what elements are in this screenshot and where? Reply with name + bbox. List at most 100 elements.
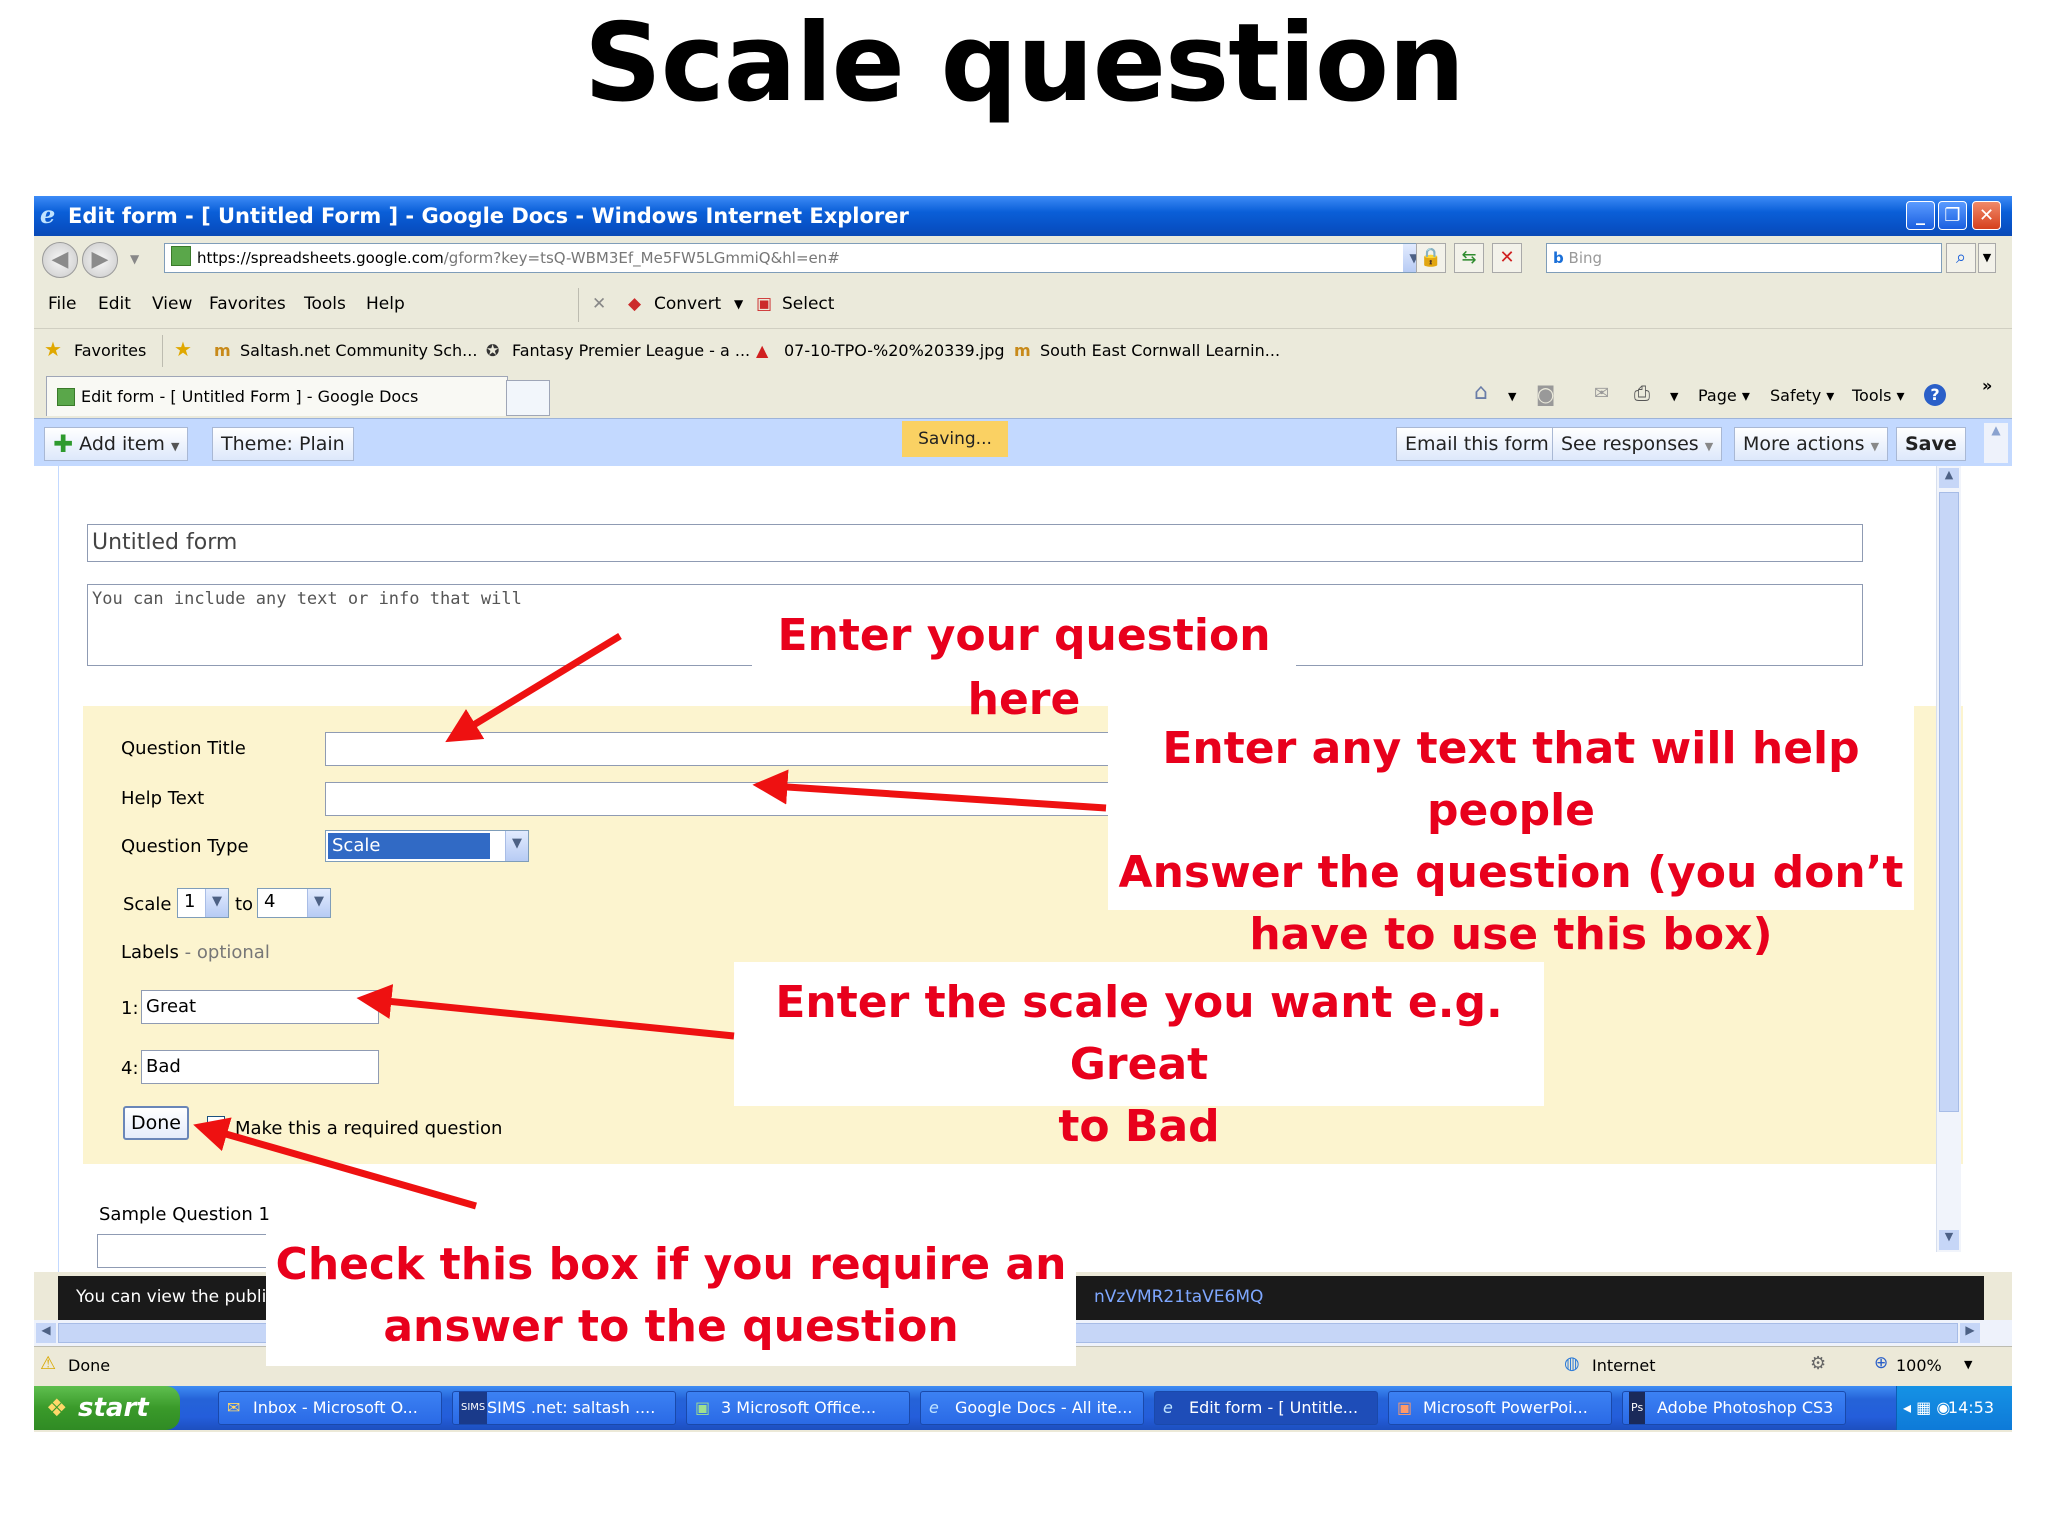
scroll-thumb[interactable] <box>1939 492 1959 1112</box>
convert-button[interactable]: Convert <box>654 294 721 314</box>
required-label: Make this a required question <box>235 1118 503 1139</box>
menu-bar: File Edit View Favorites Tools Help ✕ ◆ … <box>34 282 2012 328</box>
task-label: SIMS .net: saltash .... <box>487 1398 656 1417</box>
vertical-scrollbar[interactable]: ▲ ▼ <box>1936 466 1961 1252</box>
add-item-button[interactable]: ✚ Add item ▼ <box>44 427 189 461</box>
task-powerpoint[interactable]: ▣ Microsoft PowerPoi... <box>1388 1391 1612 1425</box>
done-button[interactable]: Done <box>123 1106 189 1140</box>
fav-link-image[interactable]: 07-10-TPO-%20%20339.jpg <box>784 341 1005 360</box>
refresh-icon[interactable]: ⇆ <box>1454 243 1484 273</box>
feeds-icon[interactable]: ◙ <box>1536 382 1555 406</box>
tab-label: Edit form - [ Untitled Form ] - Google D… <box>81 387 419 406</box>
maximize-button[interactable]: ❐ <box>1938 201 1967 230</box>
select-button[interactable]: Select <box>782 294 834 314</box>
convert-dropdown-icon[interactable]: ▼ <box>734 297 743 311</box>
favorites-button[interactable]: Favorites <box>74 341 146 360</box>
label-1-input[interactable]: Great <box>141 990 379 1024</box>
form-title-input[interactable]: Untitled form <box>87 524 1863 562</box>
required-checkbox[interactable] <box>207 1116 225 1134</box>
zoom-icon[interactable]: ⊕ <box>1874 1353 1888 1373</box>
tab-edit-form[interactable]: Edit form - [ Untitled Form ] - Google D… <box>46 376 508 416</box>
fav-divider <box>162 335 163 367</box>
question-type-select[interactable]: Scale ▼ <box>325 830 529 862</box>
back-button[interactable]: ◀ <box>42 242 78 278</box>
theme-label: Theme: <box>221 433 293 455</box>
callout-check-line2: answer to the question <box>383 1301 959 1352</box>
search-input[interactable]: b Bing <box>1546 243 1942 273</box>
scroll-up-icon[interactable]: ▲ <box>1939 468 1959 488</box>
window-titlebar: e Edit form - [ Untitled Form ] - Google… <box>34 196 2012 236</box>
ie-icon: e <box>929 1398 939 1417</box>
zoom-level[interactable]: 100% <box>1896 1356 1942 1375</box>
page-menu[interactable]: Page ▾ <box>1698 386 1750 405</box>
task-sims[interactable]: SIMS SIMS .net: saltash .... <box>452 1391 676 1425</box>
ie-icon: e <box>1163 1398 1173 1417</box>
footer-link[interactable]: nVzVMR21taVE6MQ <box>1094 1276 1263 1318</box>
search-icon[interactable]: ⌕ <box>1946 243 1976 273</box>
photoshop-icon: Ps <box>1629 1392 1646 1424</box>
forward-button[interactable]: ▶ <box>82 242 118 278</box>
home-icon[interactable]: ⌂ <box>1474 380 1488 405</box>
fav-link-fantasy[interactable]: Fantasy Premier League - a ... <box>512 341 750 360</box>
chevron-down-icon: ▼ <box>1870 440 1880 453</box>
protected-mode-icon[interactable]: ⚙ <box>1810 1353 1826 1374</box>
help-icon[interactable]: ? <box>1924 384 1946 406</box>
stop-icon[interactable]: ✕ <box>1492 243 1522 273</box>
fav-link-cornwall[interactable]: South East Cornwall Learnin... <box>1040 341 1280 360</box>
see-responses-button[interactable]: See responses ▼ <box>1552 427 1723 461</box>
menu-favorites[interactable]: Favorites <box>209 294 286 314</box>
close-button[interactable]: ✕ <box>1972 201 2001 230</box>
label-4-input[interactable]: Bad <box>141 1050 379 1084</box>
more-actions-button[interactable]: More actions ▼ <box>1734 427 1889 461</box>
url-input[interactable]: https://spreadsheets.google.com/gform?ke… <box>164 243 1426 273</box>
menu-tools[interactable]: Tools <box>304 294 346 314</box>
menu-view[interactable]: View <box>152 294 192 314</box>
new-tab-button[interactable] <box>506 380 550 416</box>
scroll-left-icon[interactable]: ◀ <box>36 1323 56 1343</box>
task-label: Edit form - [ Untitle... <box>1189 1398 1359 1417</box>
system-tray: ◂ ▦ ◉ 14:53 <box>1896 1386 2012 1430</box>
scale-to-select[interactable]: 4 ▼ <box>257 888 331 918</box>
start-button[interactable]: ❖ start <box>34 1386 180 1430</box>
label-4-number: 4: <box>121 1058 139 1079</box>
print-dropdown-icon[interactable]: ▼ <box>1670 390 1678 403</box>
chevron-down-icon: ▼ <box>1704 440 1714 453</box>
powerpoint-icon: ▣ <box>1397 1398 1413 1417</box>
zoom-dropdown-icon[interactable]: ▼ <box>1964 1358 1972 1371</box>
tools-menu[interactable]: Tools ▾ <box>1852 386 1905 405</box>
add-favorite-icon[interactable]: ★ <box>174 337 192 361</box>
footer-text-left: You can view the publi <box>76 1287 267 1307</box>
task-google-docs[interactable]: e Google Docs - All ite... <box>920 1391 1144 1425</box>
safety-menu[interactable]: Safety ▾ <box>1770 386 1834 405</box>
history-dropdown-icon[interactable]: ▼ <box>130 252 139 266</box>
print-icon[interactable]: ⎙ <box>1634 381 1650 405</box>
scroll-right-icon[interactable]: ▶ <box>1960 1323 1980 1343</box>
lock-icon[interactable]: 🔒 <box>1416 243 1446 273</box>
fav-link-saltash[interactable]: Saltash.net Community Sch... <box>240 341 477 360</box>
scroll-down-icon[interactable]: ▼ <box>1939 1230 1959 1250</box>
task-office[interactable]: ▣ 3 Microsoft Office... <box>686 1391 910 1425</box>
save-button[interactable]: Save <box>1896 427 1966 461</box>
task-outlook[interactable]: ✉ Inbox - Microsoft O... <box>218 1391 442 1425</box>
task-photoshop[interactable]: Ps Adobe Photoshop CS3 <box>1622 1391 1846 1425</box>
minimize-button[interactable]: _ <box>1906 201 1935 230</box>
help-text-label: Help Text <box>121 788 205 809</box>
more-commands-icon[interactable]: » <box>1982 376 1992 395</box>
theme-button[interactable]: Theme: Plain <box>212 427 354 461</box>
menu-help[interactable]: Help <box>366 294 405 314</box>
toolbar-scroll-up-icon[interactable]: ▲ <box>1984 423 2008 463</box>
question-title-input[interactable] <box>325 732 1145 766</box>
tray-icons[interactable]: ◂ ▦ ◉ <box>1903 1386 1950 1430</box>
scale-from-select[interactable]: 1 ▼ <box>177 888 229 918</box>
menu-edit[interactable]: Edit <box>98 294 131 314</box>
menu-file[interactable]: File <box>48 294 76 314</box>
callout-required: Check this box if you require an answer … <box>266 1226 1076 1366</box>
email-form-button[interactable]: Email this form <box>1396 427 1558 461</box>
home-dropdown-icon[interactable]: ▼ <box>1508 390 1516 403</box>
close-toolbar-icon[interactable]: ✕ <box>592 294 606 314</box>
task-label: Inbox - Microsoft O... <box>253 1398 418 1417</box>
help-text-input[interactable] <box>325 782 1145 816</box>
search-options-icon[interactable]: ▼ <box>1978 243 1996 273</box>
task-edit-form[interactable]: e Edit form - [ Untitle... <box>1154 1391 1378 1425</box>
mail-icon[interactable]: ✉ <box>1594 383 1609 404</box>
